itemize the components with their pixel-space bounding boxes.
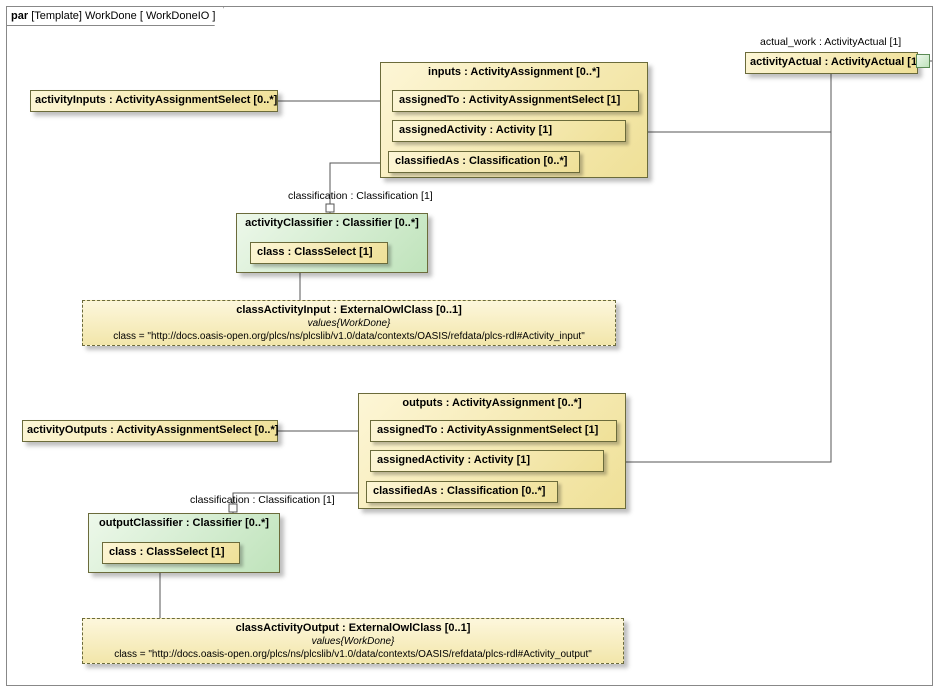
- values-note: values{WorkDone}: [83, 316, 615, 329]
- block-class-activity-output: classActivityOutput : ExternalOwlClass […: [82, 618, 624, 664]
- slot-activity-classifier-class: class : ClassSelect [1]: [250, 242, 388, 264]
- label-classification-outputs: classification : Classification [1]: [190, 494, 335, 506]
- block-title: outputClassifier : Classifier [0..*]: [89, 514, 279, 533]
- block-title: activityClassifier : Classifier [0..*]: [237, 214, 427, 233]
- block-activity-inputs: activityInputs : ActivityAssignmentSelec…: [30, 90, 278, 112]
- port-actual-work: [916, 54, 930, 68]
- slot-output-classifier-class: class : ClassSelect [1]: [102, 542, 240, 564]
- slot-outputs-assignedactivity: assignedActivity : Activity [1]: [370, 450, 604, 472]
- label-classification-inputs: classification : Classification [1]: [288, 190, 433, 202]
- block-title: activityInputs : ActivityAssignmentSelec…: [31, 91, 277, 110]
- frame-name: WorkDone: [85, 10, 137, 22]
- values-note: values{WorkDone}: [83, 634, 623, 647]
- label-actual-work: actual_work : ActivityActual [1]: [760, 36, 901, 48]
- block-title: outputs : ActivityAssignment [0..*]: [359, 394, 625, 413]
- frame-meta: [Template]: [31, 10, 82, 22]
- block-title: inputs : ActivityAssignment [0..*]: [381, 63, 647, 82]
- block-activity-actual: activityActual : ActivityActual [1]: [745, 52, 918, 74]
- block-title: activityActual : ActivityActual [1]: [746, 53, 917, 72]
- block-class-activity-input: classActivityInput : ExternalOwlClass [0…: [82, 300, 616, 346]
- block-activity-outputs: activityOutputs : ActivityAssignmentSele…: [22, 420, 278, 442]
- block-title: classActivityOutput : ExternalOwlClass […: [83, 619, 623, 634]
- class-value: class = "http://docs.oasis-open.org/plcs…: [83, 329, 615, 346]
- block-title: classActivityInput : ExternalOwlClass [0…: [83, 301, 615, 316]
- slot-outputs-assignedto: assignedTo : ActivityAssignmentSelect [1…: [370, 420, 617, 442]
- class-value: class = "http://docs.oasis-open.org/plcs…: [83, 647, 623, 664]
- diagram-frame-header: par [Template] WorkDone [ WorkDoneIO ]: [6, 6, 224, 26]
- block-title: activityOutputs : ActivityAssignmentSele…: [23, 421, 277, 440]
- slot-inputs-assignedactivity: assignedActivity : Activity [1]: [392, 120, 626, 142]
- frame-kind: par: [11, 10, 28, 22]
- slot-inputs-assignedto: assignedTo : ActivityAssignmentSelect [1…: [392, 90, 639, 112]
- slot-inputs-classifiedas: classifiedAs : Classification [0..*]: [388, 151, 580, 173]
- slot-outputs-classifiedas: classifiedAs : Classification [0..*]: [366, 481, 558, 503]
- frame-bracket: [ WorkDoneIO ]: [140, 10, 216, 22]
